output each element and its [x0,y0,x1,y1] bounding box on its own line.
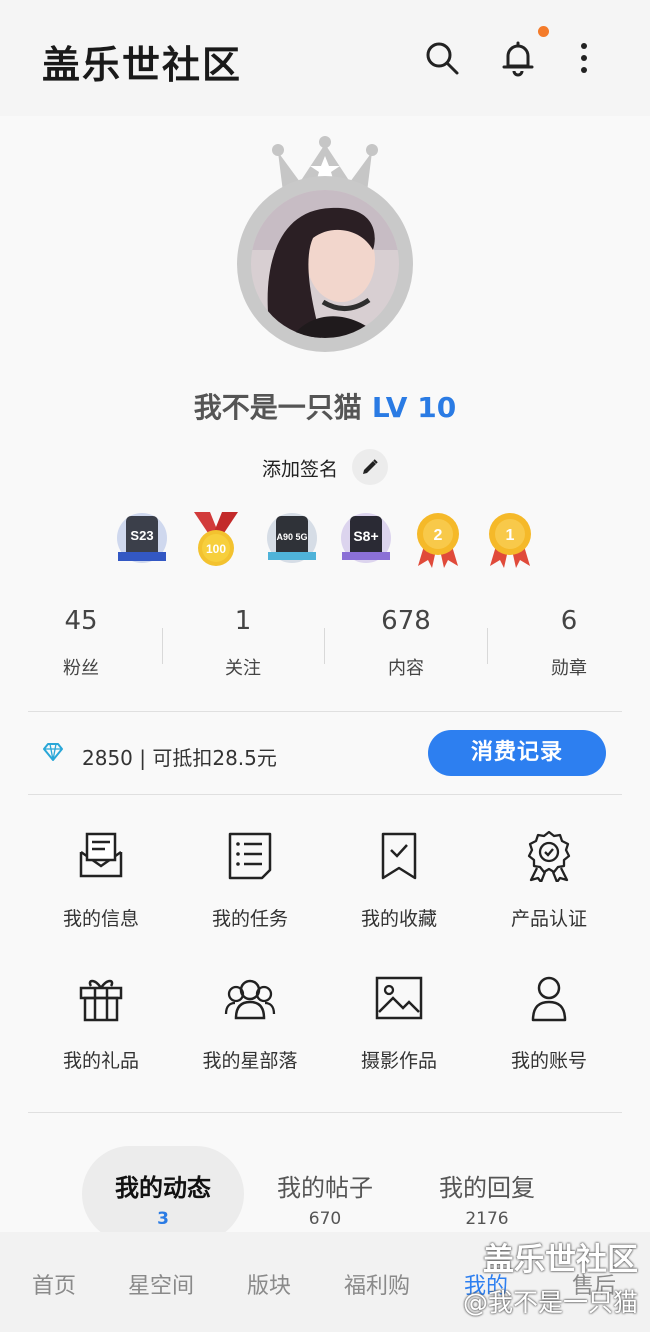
tab-my-replies[interactable]: 我的回复 2176 [406,1168,568,1229]
badge-row: S23 100 A90 5G S8+ 2 1 [112,510,542,570]
menu-my-star-tribe[interactable]: 我的星部落 [175,972,325,1092]
menu-photography[interactable]: 摄影作品 [324,972,474,1092]
notification-dot [538,26,549,37]
menu-product-certification[interactable]: 产品认证 [474,830,624,950]
stat-medals[interactable]: 6 勋章 [488,606,650,680]
stat-followers[interactable]: 45 粉丝 [0,606,162,680]
s8-plus-badge[interactable]: S8+ [338,510,394,568]
stats-row: 45 粉丝 1 关注 678 内容 6 勋章 [0,606,650,686]
stat-following[interactable]: 1 关注 [162,606,324,680]
anniversary-2-badge[interactable]: 2 [410,510,466,568]
task-list-icon [228,832,272,880]
points-row: 2850 | 可抵扣28.5元 消费记录 [28,730,622,780]
svg-text:1: 1 [506,527,515,544]
divider [28,1112,622,1113]
svg-text:S8+: S8+ [353,528,378,544]
stat-label: 关注 [225,658,261,679]
content-tabs: 我的动态 3 我的帖子 670 我的回复 2176 [0,1146,650,1242]
svg-text:S23: S23 [130,528,153,543]
stat-value: 1 [234,606,252,636]
tab-my-activity[interactable]: 我的动态 3 [82,1168,244,1229]
gift-icon [79,979,123,1022]
watermark-user: @我不是一只猫 [462,1288,638,1317]
pencil-icon [363,459,378,474]
points-balance: 2850 | 可抵扣28.5元 [82,746,277,770]
nav-welfare-shop[interactable]: 福利购 [344,1268,410,1300]
nav-star-space[interactable]: 星空间 [128,1268,194,1300]
username: 我不是一只猫 [193,391,362,424]
avatar-image [251,190,399,338]
divider [28,794,622,795]
tab-count: 2176 [465,1209,509,1229]
image-icon [375,976,423,1020]
tab-my-posts[interactable]: 我的帖子 670 [244,1168,406,1229]
edit-signature-button[interactable] [352,449,389,485]
s23-badge[interactable]: S23 [112,510,168,568]
group-icon [224,979,276,1020]
bell-icon[interactable] [498,38,538,78]
search-icon[interactable] [422,38,462,78]
menu-my-favorites[interactable]: 我的收藏 [324,830,474,950]
nav-sections[interactable]: 版块 [247,1268,291,1300]
a90-5g-badge[interactable]: A90 5G [264,510,320,568]
stat-value: 6 [560,606,578,636]
signature-row[interactable]: 添加签名 [0,449,650,488]
stat-content[interactable]: 678 内容 [325,606,487,680]
signature-prompt: 添加签名 [261,458,338,481]
divider [28,711,622,712]
consumption-record-button[interactable]: 消费记录 [428,730,606,776]
envelope-icon [79,832,123,878]
svg-text:2: 2 [434,527,443,544]
tab-label: 我的动态 [115,1174,211,1202]
menu-label: 我的任务 [211,908,288,930]
menu-my-messages[interactable]: 我的信息 [26,830,176,950]
menu-label: 我的信息 [62,908,139,930]
stat-value: 45 [64,606,98,636]
menu-label: 摄影作品 [360,1050,437,1072]
menu-label: 我的收藏 [360,908,437,930]
username-row: 我不是一只猫 LV 10 [0,386,650,426]
menu-my-gifts[interactable]: 我的礼品 [26,972,176,1092]
certification-icon [527,830,571,882]
tab-count: 670 [308,1209,342,1229]
watermark-title: 盖乐世社区 [483,1242,638,1278]
avatar[interactable] [225,134,425,352]
stat-label: 内容 [388,658,424,679]
more-vertical-icon[interactable] [564,38,604,78]
nav-home[interactable]: 首页 [32,1268,76,1300]
menu-my-tasks[interactable]: 我的任务 [175,830,325,950]
app-title: 盖乐世社区 [42,43,243,87]
profile-section: 我不是一只猫 LV 10 添加签名 S23 100 A90 5G S8+ 2 1… [0,116,650,1242]
menu-label: 我的账号 [510,1050,587,1072]
stat-label: 勋章 [551,658,587,679]
app-header: 盖乐世社区 [0,0,650,116]
medal-100-badge[interactable]: 100 [188,510,244,568]
menu-label: 产品认证 [510,908,587,930]
tab-label: 我的帖子 [277,1174,373,1202]
svg-text:A90 5G: A90 5G [276,532,307,542]
level-badge: LV 10 [371,391,457,424]
menu-label: 我的星部落 [202,1050,298,1072]
watermark: 盖乐世社区 @我不是一只猫 [440,1234,650,1319]
diamond-icon [43,743,63,761]
user-icon [531,976,567,1022]
menu-my-account[interactable]: 我的账号 [474,972,624,1092]
tab-label: 我的回复 [439,1174,535,1202]
menu-label: 我的礼品 [62,1050,139,1072]
stat-label: 粉丝 [63,658,99,679]
tab-count: 3 [157,1209,169,1229]
svg-text:100: 100 [206,542,226,556]
bookmark-icon [381,832,417,880]
stat-value: 678 [381,606,431,636]
anniversary-1-badge[interactable]: 1 [482,510,538,568]
